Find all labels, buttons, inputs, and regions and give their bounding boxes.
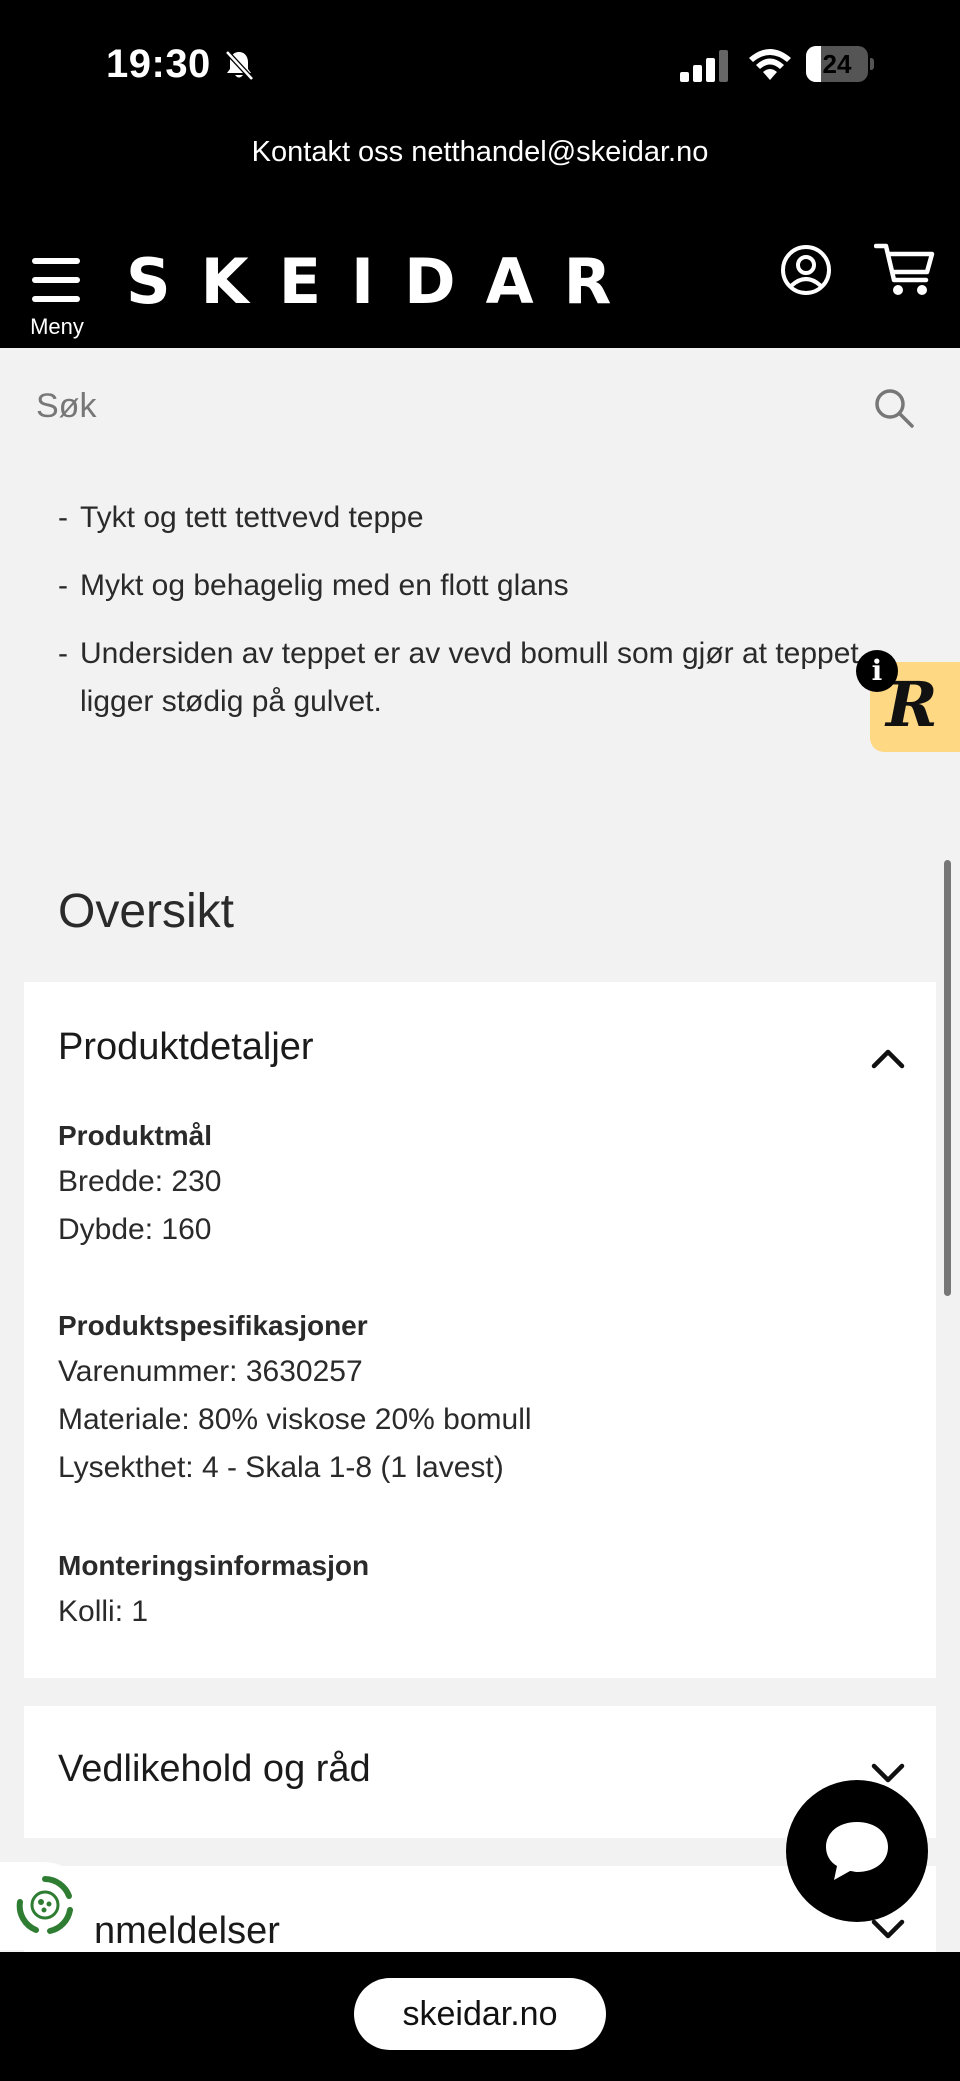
contact-bar[interactable]: Kontakt oss netthandel@skeidar.no xyxy=(0,130,960,230)
spec-line: Varenummer: 3630257 xyxy=(58,1355,363,1388)
browser-url-bar: skeidar.no xyxy=(0,1952,960,2081)
chat-button[interactable] xyxy=(786,1780,928,1922)
recycle-icon xyxy=(16,1876,73,1934)
spec-line: Materiale: 80% viskose 20% bomull xyxy=(58,1403,532,1436)
spec-line: Kolli: 1 xyxy=(58,1595,149,1628)
search-bar xyxy=(0,348,960,474)
hamburger-menu-icon xyxy=(32,258,80,302)
product-description-list: Tykt og tett tettvevd teppe Mykt og beha… xyxy=(58,494,878,746)
dimensions-heading: Produktmål xyxy=(58,1120,213,1151)
chat-bubble-icon xyxy=(826,1822,888,1880)
bell-muted-icon xyxy=(225,50,254,81)
dimensions-group: Produktmål Bredde: 230 Dybde: 160 xyxy=(58,1114,221,1254)
assembly-heading: Monteringsinformasjon xyxy=(58,1550,370,1581)
section-title: Oversikt xyxy=(58,885,235,938)
status-bar: 19:30 24 xyxy=(0,0,960,130)
account-icon[interactable] xyxy=(780,244,832,296)
list-item: Mykt og behagelig med en flott glans xyxy=(58,562,878,610)
specifications-group: Produktspesifikasjoner Varenummer: 36302… xyxy=(58,1304,532,1492)
sustainability-button[interactable] xyxy=(0,1862,88,1950)
product-details-panel: Produktdetaljer Produktmål Bredde: 230 D… xyxy=(24,982,936,1678)
cellular-signal-icon xyxy=(680,50,728,82)
care-advice-title: Vedlikehold og råd xyxy=(58,1748,371,1790)
skeidar-logo[interactable]: SKEIDAR xyxy=(126,242,641,322)
info-icon[interactable]: i xyxy=(856,650,898,692)
menu-button[interactable]: Meny xyxy=(24,244,90,339)
list-item: Undersiden av teppet er av vevd bomull s… xyxy=(58,630,878,726)
list-item: Tykt og tett tettvevd teppe xyxy=(58,494,878,542)
specifications-heading: Produktspesifikasjoner xyxy=(58,1310,368,1341)
battery-icon: 24 xyxy=(806,46,874,82)
chevron-up-icon[interactable] xyxy=(870,1046,906,1070)
search-input[interactable] xyxy=(36,376,856,436)
search-icon[interactable] xyxy=(872,386,916,430)
spec-line: Bredde: 230 xyxy=(58,1165,222,1198)
battery-level: 24 xyxy=(822,49,852,79)
cart-icon[interactable] xyxy=(874,242,936,298)
product-details-toggle[interactable]: Produktdetaljer xyxy=(58,1026,314,1069)
spec-line: Dybde: 160 xyxy=(58,1213,212,1246)
menu-label: Meny xyxy=(30,314,84,339)
url-field[interactable]: skeidar.no xyxy=(354,1978,606,2050)
scrollbar[interactable] xyxy=(944,860,951,1296)
status-time: 19:30 xyxy=(106,42,211,86)
assembly-group: Monteringsinformasjon Kolli: 1 xyxy=(58,1544,369,1636)
wifi-icon xyxy=(749,49,791,80)
chevron-down-icon[interactable] xyxy=(870,1918,906,1942)
spec-line: Lysekthet: 4 - Skala 1-8 (1 lavest) xyxy=(58,1451,504,1484)
reviews-title: nmeldelser xyxy=(94,1910,280,1952)
